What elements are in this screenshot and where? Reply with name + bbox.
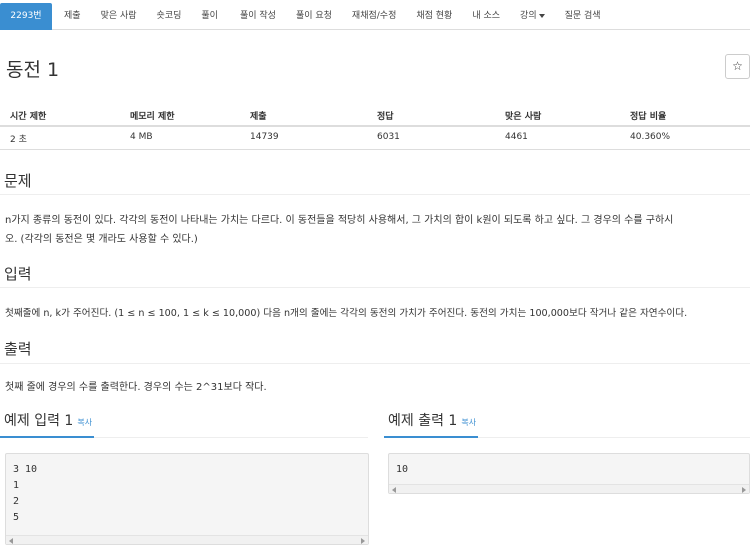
header-submissions: 제출	[250, 112, 267, 122]
header-accept-ratio: 정답 비율	[630, 112, 667, 122]
description-text: n가지 종류의 동전이 있다. 각각의 동전이 나타내는 가치는 다르다. 이 …	[5, 211, 747, 249]
tab-solutions[interactable]: 풀이	[201, 3, 218, 30]
favorite-star-button[interactable]: ☆	[725, 54, 750, 79]
tab-accepted-users[interactable]: 맞은 사람	[101, 3, 137, 30]
scroll-right-arrow-icon[interactable]	[361, 538, 365, 544]
value-time-limit: 2 초	[10, 135, 27, 145]
sample-output-box[interactable]: 10	[388, 453, 750, 494]
sample-output-header: 예제 출력 1 복사	[384, 410, 750, 438]
tab-question-search[interactable]: 질문 검색	[565, 3, 601, 30]
value-memory-limit: 4 MB	[130, 132, 153, 142]
value-accept-ratio: 40.360%	[630, 132, 671, 142]
info-table-row: 2 초 4 MB 14739 6031 4461 40.360%	[0, 128, 750, 150]
page-title: 동전 1	[6, 59, 60, 81]
sample-input-header: 예제 입력 1 복사	[0, 410, 368, 438]
scroll-right-arrow-icon[interactable]	[742, 487, 746, 493]
tab-write-solution[interactable]: 풀이 작성	[240, 3, 276, 30]
sample-input-box[interactable]: 3 10 1 2 5	[5, 453, 369, 545]
sample-output-scrollbar[interactable]	[389, 484, 749, 493]
header-accepted: 정답	[377, 112, 394, 122]
output-heading: 출력	[4, 340, 32, 358]
sample-input-title-underline: 예제 입력 1 복사	[0, 410, 95, 438]
sample-output-copy-link[interactable]: 복사	[461, 418, 476, 427]
sample-input-content: 3 10 1 2 5	[13, 464, 38, 523]
output-section-header: 출력	[0, 338, 750, 364]
description-section-header: 문제	[0, 170, 750, 195]
tab-problem-number[interactable]: 2293번	[0, 3, 52, 30]
value-accepted-users: 4461	[505, 132, 528, 142]
header-accepted-users: 맞은 사람	[505, 112, 542, 122]
sample-output-title-underline: 예제 출력 1 복사	[384, 410, 479, 438]
sample-input-copy-link[interactable]: 복사	[77, 418, 92, 427]
tab-submit[interactable]: 제출	[64, 3, 81, 30]
value-accepted: 6031	[377, 132, 400, 142]
scroll-left-arrow-icon[interactable]	[392, 487, 396, 493]
tab-status[interactable]: 채점 현황	[416, 3, 452, 30]
sample-input-title: 예제 입력 1	[4, 413, 74, 429]
info-table-header: 시간 제한 메모리 제한 제출 정답 맞은 사람 정답 비율	[0, 103, 750, 127]
description-line-2: 오. (각각의 동전은 몇 개라도 사용할 수 있다.)	[5, 234, 198, 245]
description-heading: 문제	[4, 172, 32, 190]
star-icon: ☆	[732, 59, 743, 73]
tab-request-solution[interactable]: 풀이 요청	[296, 3, 332, 30]
description-line-1: n가지 종류의 동전이 있다. 각각의 동전이 나타내는 가치는 다르다. 이 …	[5, 215, 674, 226]
tab-rejudge[interactable]: 재채점/수정	[352, 3, 396, 30]
tab-my-source[interactable]: 내 소스	[472, 3, 500, 30]
input-section-header: 입력	[0, 263, 750, 288]
problem-nav-tabs: 2293번 제출 맞은 사람 숏코딩 풀이 풀이 작성 풀이 요청 재채점/수정…	[0, 3, 750, 30]
value-submissions: 14739	[250, 132, 279, 142]
sample-output-content: 10	[396, 464, 409, 475]
sample-output-title: 예제 출력 1	[388, 413, 458, 429]
sample-input-scrollbar[interactable]	[6, 535, 368, 544]
header-time-limit: 시간 제한	[10, 112, 47, 122]
tab-short-coding[interactable]: 숏코딩	[157, 3, 182, 30]
input-heading: 입력	[4, 265, 32, 283]
caret-down-icon	[538, 13, 545, 18]
header-memory-limit: 메모리 제한	[130, 112, 175, 122]
scroll-left-arrow-icon[interactable]	[9, 538, 13, 544]
tab-lectures-label: 강의	[520, 11, 537, 21]
tab-lectures-dropdown[interactable]: 강의	[520, 3, 545, 30]
output-description: 첫째 줄에 경우의 수를 출력한다. 경우의 수는 2^31보다 작다.	[5, 382, 267, 393]
input-description: 첫째줄에 n, k가 주어진다. (1 ≤ n ≤ 100, 1 ≤ k ≤ 1…	[5, 308, 688, 319]
